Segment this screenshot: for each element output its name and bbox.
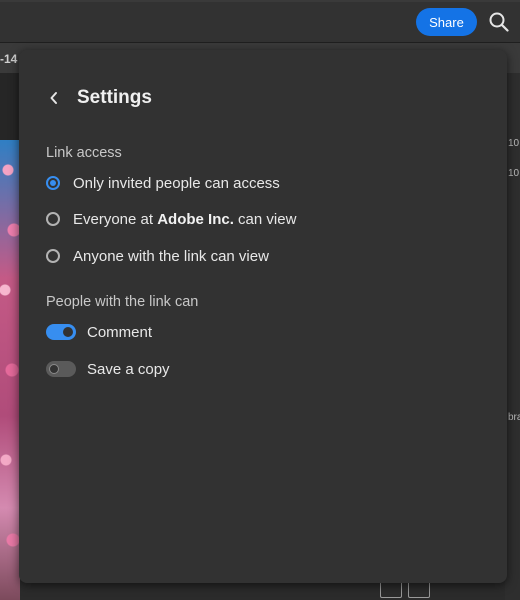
radio-label: Everyone at Adobe Inc. can view xyxy=(73,211,296,228)
comment-toggle[interactable] xyxy=(46,324,76,340)
toggle-label: Comment xyxy=(87,323,153,341)
popover-title: Settings xyxy=(77,87,152,108)
app-top-bar: Share xyxy=(0,0,520,43)
background-tab-stub: -14 xyxy=(0,52,18,66)
permissions-label: People with the link can xyxy=(46,294,199,310)
radio-label-suffix: can view xyxy=(233,210,297,228)
right-panel-stub-2: 10 xyxy=(508,168,520,179)
organization-name: Adobe Inc. xyxy=(157,210,234,228)
popover-header: Settings xyxy=(45,86,152,110)
save-copy-toggle[interactable] xyxy=(46,361,76,377)
toggle-comment-row[interactable]: Comment xyxy=(46,322,152,342)
radio-everyone-at-org[interactable]: Everyone at Adobe Inc. can view xyxy=(46,209,296,229)
radio-anyone-with-link[interactable]: Anyone with the link can view xyxy=(46,246,269,266)
settings-popover: Settings Link access Only invited people… xyxy=(19,50,507,583)
toggle-label: Save a copy xyxy=(87,360,170,378)
right-panel xyxy=(505,73,520,600)
right-panel-stub-3: bra xyxy=(508,412,520,423)
radio-button[interactable] xyxy=(46,212,60,226)
link-access-label: Link access xyxy=(46,145,122,161)
canvas-photo xyxy=(0,140,20,600)
radio-label-prefix: Everyone at xyxy=(73,210,158,228)
right-panel-stub-1: 10 xyxy=(508,138,520,149)
radio-label: Anyone with the link can view xyxy=(73,247,269,265)
toggle-save-copy-row[interactable]: Save a copy xyxy=(46,359,170,379)
radio-button[interactable] xyxy=(46,249,60,263)
share-button[interactable]: Share xyxy=(416,8,477,36)
search-icon[interactable] xyxy=(488,11,510,33)
radio-only-invited[interactable]: Only invited people can access xyxy=(46,173,280,193)
top-edge-line xyxy=(0,0,520,2)
radio-label: Only invited people can access xyxy=(73,174,280,192)
radio-button-checked[interactable] xyxy=(46,176,60,190)
chevron-left-icon[interactable] xyxy=(45,86,63,110)
